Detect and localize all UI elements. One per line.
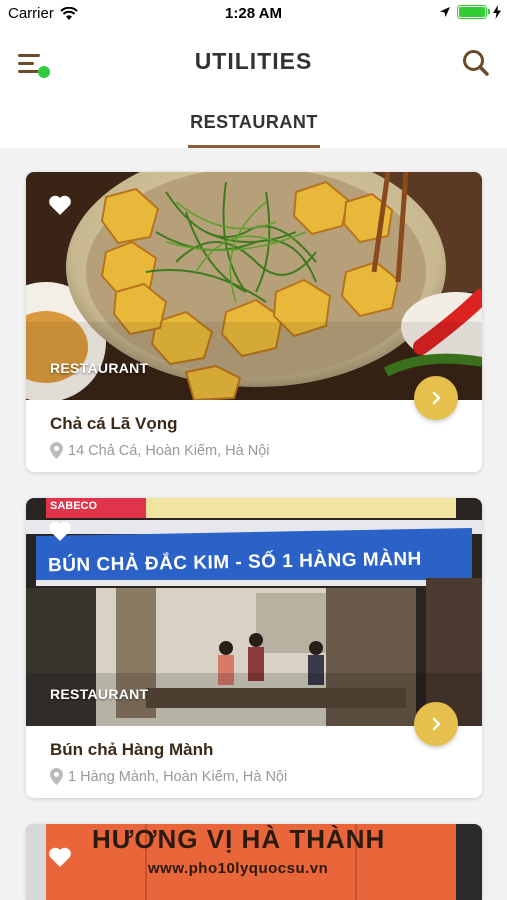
app-header: UTILITIES RESTAURANT — [0, 28, 507, 148]
open-detail-button[interactable] — [414, 702, 458, 746]
chevron-right-icon — [432, 391, 441, 405]
favorite-heart-icon[interactable] — [48, 846, 72, 868]
location-arrow-icon — [440, 7, 450, 17]
card-info: Chả cá Lã Vọng 14 Chả Cá, Hoàn Kiếm, Hà … — [26, 400, 482, 472]
search-button[interactable] — [461, 48, 491, 78]
status-time: 1:28 AM — [225, 5, 282, 22]
page-title: UTILITIES — [194, 48, 313, 74]
location-pin-icon — [50, 442, 63, 459]
restaurant-card[interactable]: HƯƠNG VỊ HÀ THÀNH www.pho10lyquocsu.vn — [26, 824, 482, 900]
restaurant-card[interactable]: RESTAURANT Chả cá Lã Vọng 14 Chả Cá, Hoà… — [26, 172, 482, 472]
shop-sign-subtext: www.pho10lyquocsu.vn — [148, 860, 329, 877]
favorite-heart-icon[interactable] — [48, 520, 72, 542]
restaurant-address-row: 14 Chả Cá, Hoàn Kiếm, Hà Nội — [50, 442, 458, 459]
chevron-right-icon — [432, 717, 441, 731]
location-pin-icon — [50, 768, 63, 785]
restaurant-address-row: 1 Hàng Mành, Hoàn Kiếm, Hà Nội — [50, 768, 458, 785]
restaurant-photo: HƯƠNG VỊ HÀ THÀNH www.pho10lyquocsu.vn — [26, 824, 482, 900]
charging-bolt-icon — [493, 5, 501, 19]
category-label: RESTAURANT — [50, 686, 149, 702]
battery-icon — [457, 5, 490, 19]
restaurant-photo: SABECO BÚN CHẢ ĐẮC KIM - SỐ 1 HÀNG MÀNH … — [26, 498, 482, 726]
restaurant-list: RESTAURANT Chả cá Lã Vọng 14 Chả Cá, Hoà… — [26, 172, 482, 900]
status-bar: Carrier 1:28 AM — [0, 0, 507, 28]
restaurant-address: 14 Chả Cá, Hoàn Kiếm, Hà Nội — [68, 442, 270, 459]
restaurant-photo: RESTAURANT — [26, 172, 482, 400]
restaurant-address: 1 Hàng Mành, Hoàn Kiếm, Hà Nội — [68, 768, 288, 785]
favorite-heart-icon[interactable] — [48, 194, 72, 216]
banner-text: SABECO — [50, 500, 98, 512]
restaurant-name: Bún chả Hàng Mành — [50, 740, 214, 759]
open-detail-button[interactable] — [414, 376, 458, 420]
shop-sign-text: HƯƠNG VỊ HÀ THÀNH — [92, 824, 386, 854]
category-label: RESTAURANT — [50, 360, 149, 376]
restaurant-card[interactable]: SABECO BÚN CHẢ ĐẮC KIM - SỐ 1 HÀNG MÀNH … — [26, 498, 482, 798]
tab-restaurant[interactable]: RESTAURANT — [188, 112, 320, 148]
card-info: Bún chả Hàng Mành 1 Hàng Mành, Hoàn Kiếm… — [26, 726, 482, 798]
restaurant-name: Chả cá Lã Vọng — [50, 414, 178, 433]
search-icon — [463, 50, 489, 76]
